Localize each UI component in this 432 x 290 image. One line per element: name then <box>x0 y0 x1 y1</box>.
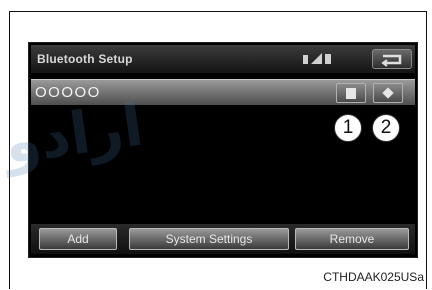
phone-icon <box>346 88 356 99</box>
audio-connect-button[interactable] <box>373 83 403 103</box>
bluetooth-icon <box>303 55 308 64</box>
status-icons <box>303 53 333 65</box>
battery-icon <box>325 54 331 64</box>
figure-caption: CTHDAAK025USa <box>323 270 424 284</box>
screen-title: Bluetooth Setup <box>37 52 133 66</box>
audio-icon <box>382 87 394 99</box>
phone-connect-button[interactable] <box>336 83 366 103</box>
remove-button[interactable]: Remove <box>295 228 409 250</box>
signal-icon <box>311 53 322 64</box>
title-bar: Bluetooth Setup <box>31 45 415 73</box>
callout-1: 1 <box>334 114 362 142</box>
add-button[interactable]: Add <box>39 228 117 250</box>
system-settings-button[interactable]: System Settings <box>129 228 289 250</box>
back-button[interactable] <box>372 49 412 69</box>
bottom-button-bar: Add System Settings Remove <box>31 224 415 254</box>
callout-2: 2 <box>372 114 400 142</box>
back-icon <box>381 54 402 67</box>
